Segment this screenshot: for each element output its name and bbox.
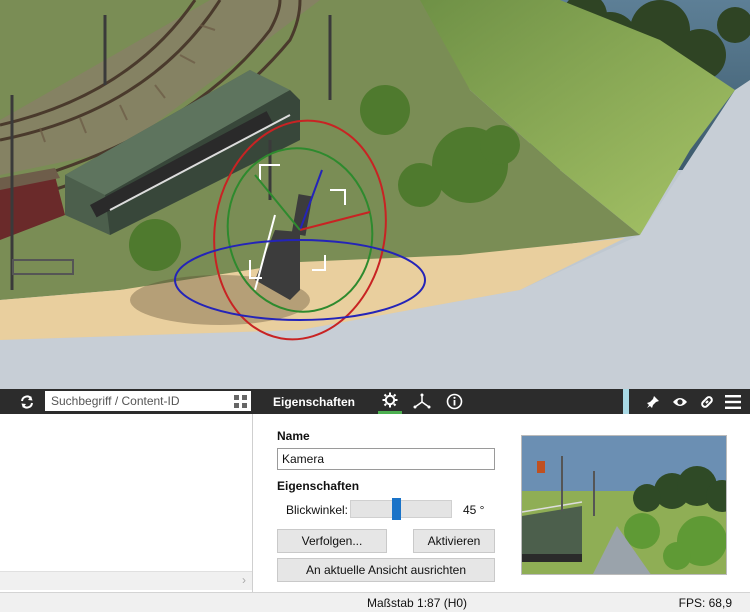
name-label: Name (277, 429, 310, 443)
camera-preview (521, 435, 727, 575)
toolbar-separator (623, 389, 629, 414)
angle-value: 45 ° (463, 503, 485, 517)
status-bar: Maßstab 1:87 (H0) FPS: 68,9 (0, 592, 750, 612)
tab-properties[interactable]: Eigenschaften (260, 389, 368, 414)
follow-button[interactable]: Verfolgen... (277, 529, 387, 553)
eye-icon[interactable] (669, 389, 691, 414)
axes-icon[interactable] (410, 389, 434, 414)
content-list-pane[interactable] (0, 414, 253, 592)
align-to-view-button[interactable]: An aktuelle Ansicht ausrichten (277, 558, 495, 582)
info-icon[interactable] (442, 389, 466, 414)
refresh-icon[interactable] (14, 389, 40, 414)
search-input[interactable] (45, 391, 251, 411)
angle-slider[interactable] (350, 498, 452, 520)
menu-icon[interactable] (722, 389, 744, 414)
activate-button[interactable]: Aktivieren (413, 529, 495, 553)
3d-viewport[interactable] (0, 0, 750, 389)
scale-status: Maßstab 1:87 (H0) (367, 596, 468, 610)
scene-render (0, 0, 750, 389)
angle-label: Blickwinkel: (286, 503, 349, 517)
gear-icon[interactable] (378, 389, 402, 414)
grid-icon[interactable] (229, 391, 251, 411)
chevron-right-icon[interactable]: › (242, 573, 246, 587)
pin-icon[interactable] (643, 389, 663, 414)
slider-thumb[interactable] (392, 498, 401, 520)
link-icon[interactable] (696, 389, 718, 414)
horizontal-scrollbar[interactable]: › (0, 571, 252, 590)
section-heading: Eigenschaften (277, 479, 360, 493)
fps-status: FPS: 68,9 (678, 596, 732, 610)
name-field[interactable] (277, 448, 495, 470)
